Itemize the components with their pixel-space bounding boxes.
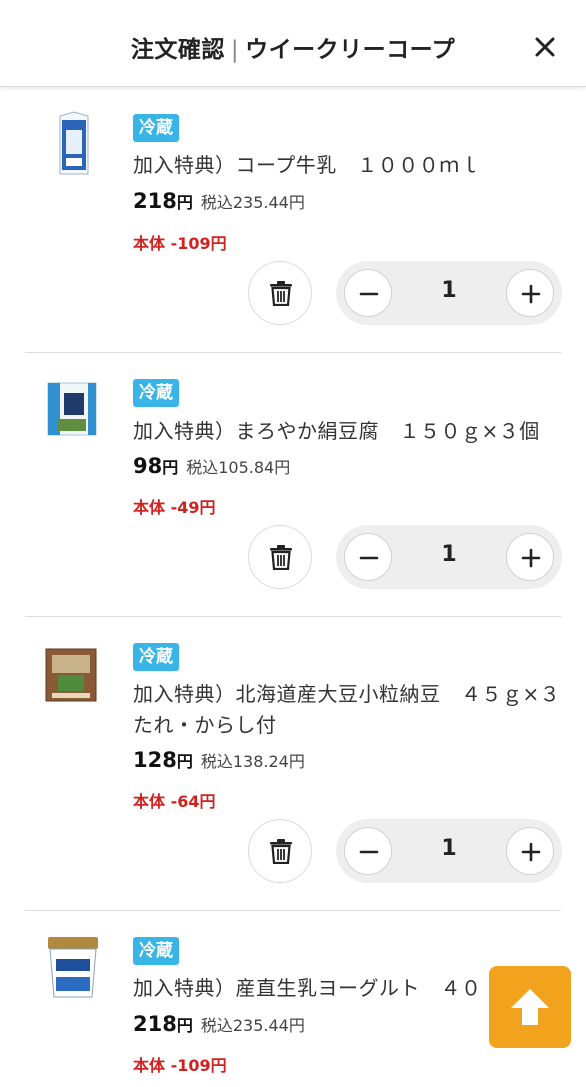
delete-button[interactable] bbox=[248, 819, 312, 883]
yogurt-cup-image bbox=[48, 937, 98, 998]
trash-icon bbox=[270, 839, 292, 864]
price-line: 128円 税込138.24円 bbox=[133, 748, 305, 772]
quantity-stepper: 1 bbox=[336, 819, 562, 883]
body-price-discount: 本体 -109円 bbox=[133, 1056, 227, 1075]
product-name[interactable]: 加入特典）まろやか絹豆腐 １５０ｇ×３個 bbox=[133, 416, 573, 447]
plus-icon bbox=[521, 284, 541, 304]
milk-carton-image bbox=[59, 111, 89, 175]
decrease-quantity-button[interactable] bbox=[344, 533, 392, 581]
page-title: 注文確認 | ウイークリーコープ bbox=[0, 30, 586, 64]
quantity-value: 1 bbox=[441, 278, 457, 303]
page-title-sub: ウイークリーコープ bbox=[245, 37, 456, 63]
scroll-to-top-button[interactable] bbox=[489, 966, 571, 1048]
tax-price: 税込105.84円 bbox=[186, 458, 291, 477]
product-name[interactable]: 加入特典）北海道産大豆小粒納豆 ４５ｇ×３たれ・からし付 bbox=[133, 679, 573, 741]
header: 注文確認 | ウイークリーコープ bbox=[0, 0, 586, 87]
decrease-quantity-button[interactable] bbox=[344, 269, 392, 317]
tax-price: 税込235.44円 bbox=[200, 1016, 305, 1035]
price-line: 98円 税込105.84円 bbox=[133, 454, 290, 478]
refrigerated-badge: 冷蔵 bbox=[133, 937, 179, 965]
item-divider bbox=[25, 910, 561, 911]
natto-pack-image bbox=[45, 648, 97, 702]
refrigerated-badge: 冷蔵 bbox=[133, 114, 179, 142]
body-price-discount: 本体 -64円 bbox=[133, 792, 216, 811]
price-yen: 円 bbox=[176, 193, 193, 212]
tax-price: 税込138.24円 bbox=[200, 752, 305, 771]
refrigerated-badge: 冷蔵 bbox=[133, 643, 179, 671]
close-button[interactable] bbox=[534, 36, 556, 58]
price-yen: 円 bbox=[176, 1016, 193, 1035]
price-yen: 円 bbox=[162, 458, 179, 477]
price-line: 218円 税込235.44円 bbox=[133, 1012, 305, 1036]
trash-icon bbox=[270, 545, 292, 570]
delete-button[interactable] bbox=[248, 525, 312, 589]
price-value: 98 bbox=[133, 454, 163, 478]
plus-icon bbox=[521, 548, 541, 568]
quantity-stepper: 1 bbox=[336, 525, 562, 589]
minus-icon bbox=[359, 850, 379, 854]
item-divider bbox=[25, 352, 561, 353]
minus-icon bbox=[359, 292, 379, 296]
title-separator: | bbox=[230, 37, 240, 63]
refrigerated-badge: 冷蔵 bbox=[133, 379, 179, 407]
quantity-value: 1 bbox=[441, 836, 457, 861]
price-yen: 円 bbox=[176, 752, 193, 771]
price-value: 218 bbox=[133, 1012, 177, 1036]
minus-icon bbox=[359, 556, 379, 560]
quantity-stepper: 1 bbox=[336, 261, 562, 325]
page-title-main: 注文確認 bbox=[130, 37, 225, 63]
price-value: 128 bbox=[133, 748, 177, 772]
tofu-pack-image bbox=[47, 382, 97, 436]
tax-price: 税込235.44円 bbox=[200, 193, 305, 212]
close-icon bbox=[535, 37, 555, 57]
plus-icon bbox=[521, 842, 541, 862]
trash-icon bbox=[270, 281, 292, 306]
price-value: 218 bbox=[133, 189, 177, 213]
quantity-value: 1 bbox=[441, 542, 457, 567]
body-price-discount: 本体 -49円 bbox=[133, 498, 216, 517]
price-line: 218円 税込235.44円 bbox=[133, 189, 305, 213]
body-price-discount: 本体 -109円 bbox=[133, 234, 227, 253]
increase-quantity-button[interactable] bbox=[506, 269, 554, 317]
increase-quantity-button[interactable] bbox=[506, 533, 554, 581]
decrease-quantity-button[interactable] bbox=[344, 827, 392, 875]
item-divider bbox=[25, 616, 561, 617]
product-name[interactable]: 加入特典）コープ牛乳 １０００ｍｌ bbox=[133, 150, 573, 181]
increase-quantity-button[interactable] bbox=[506, 827, 554, 875]
arrow-up-icon bbox=[511, 989, 549, 1025]
delete-button[interactable] bbox=[248, 261, 312, 325]
